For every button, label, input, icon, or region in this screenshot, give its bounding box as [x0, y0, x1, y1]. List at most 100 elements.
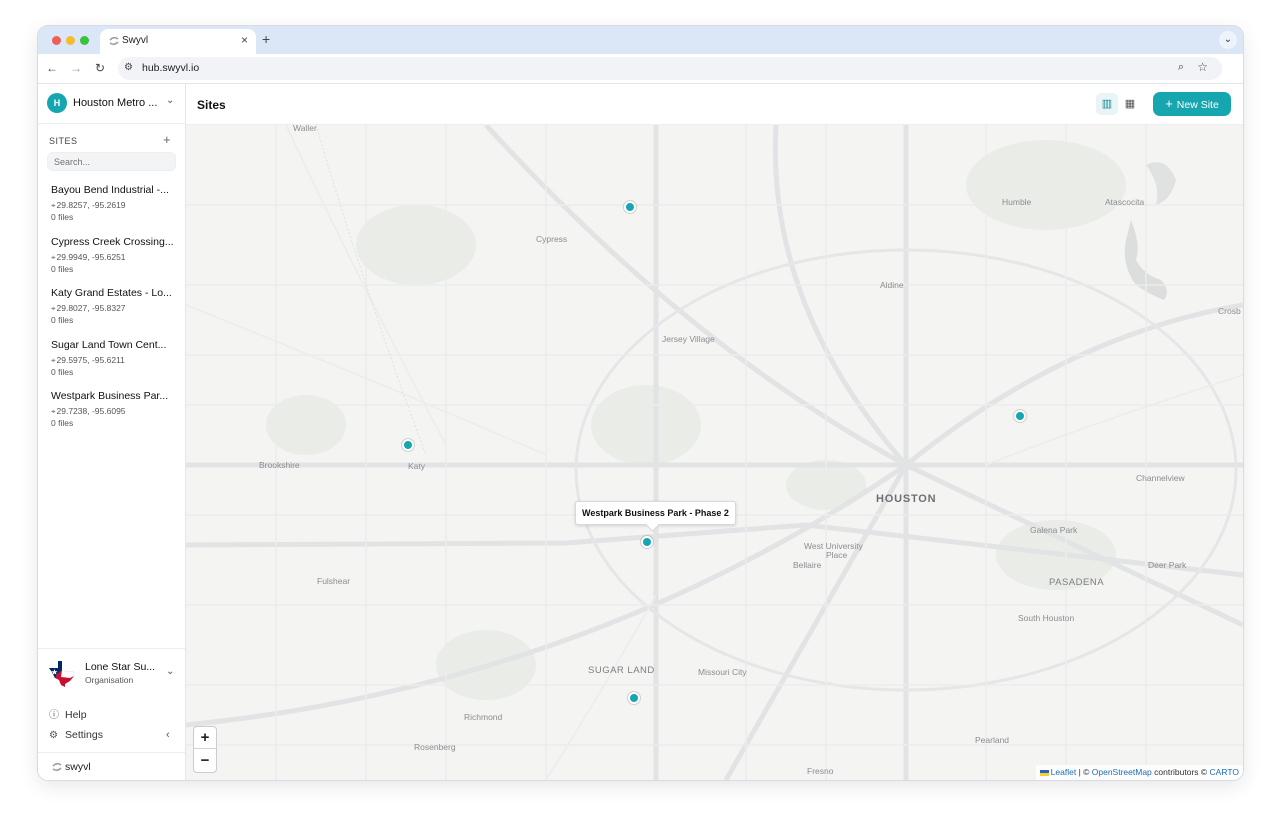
minimize-window-button[interactable]	[66, 36, 75, 45]
grid-view-icon[interactable]: ▦	[1119, 93, 1141, 115]
organisation-name: Lone Star Su...	[85, 661, 156, 673]
map-view-icon[interactable]: ▥	[1096, 93, 1118, 115]
place-label: Aldine	[880, 280, 904, 290]
site-list-item[interactable]: Sugar Land Town Cent... ⌖29.5975, -95.62…	[38, 335, 185, 387]
app: H Houston Metro ... ⌄ SITES + Bayou Bend…	[38, 84, 1243, 780]
zoom-icon[interactable]: ⌕	[1178, 61, 1184, 74]
carto-link[interactable]: CARTO	[1210, 767, 1239, 777]
site-name: Cypress Creek Crossing...	[51, 235, 174, 248]
attribution-contributors: contributors ©	[1151, 767, 1210, 777]
site-coords-text: 29.5975, -95.6211	[56, 354, 125, 365]
place-label: Jersey Village	[662, 334, 715, 344]
site-name: Katy Grand Estates - Lo...	[51, 287, 172, 299]
site-marker[interactable]	[641, 536, 653, 548]
site-coords-text: 29.7238, -95.6095	[56, 406, 126, 416]
place-label: Place	[826, 550, 848, 560]
plus-icon: +	[1165, 96, 1173, 111]
site-list-item[interactable]: Katy Grand Estates - Lo... ⌖29.8027, -95…	[38, 283, 185, 335]
chevron-down-icon: ⌄	[166, 95, 175, 106]
osm-link[interactable]: OpenStreetMap	[1092, 767, 1152, 777]
site-coords: ⌖29.9949, -95.6251	[51, 252, 126, 263]
browser-window: Swyvl × + ⌄ ← → ↻ ⚙ hub.swyvl.io ⌕ ☆ H H…	[38, 26, 1243, 780]
site-files: 0 files	[51, 212, 74, 222]
map-view[interactable]: Waller Cypress Humble Atascocita Aldine …	[186, 125, 1243, 780]
ukraine-flag-icon	[1039, 769, 1049, 776]
sidebar: H Houston Metro ... ⌄ SITES + Bayou Bend…	[38, 84, 186, 780]
settings-label: Settings	[65, 729, 103, 741]
texas-flag-logo	[49, 661, 74, 687]
place-label: South Houston	[1018, 613, 1075, 623]
place-label: Pearland	[975, 735, 1010, 745]
view-toggle: ▥ ▦	[1096, 93, 1142, 115]
site-list: Bayou Bend Industrial -... ⌖ 29.8257, -95…	[38, 180, 185, 438]
address-bar: ← → ↻ ⚙ hub.swyvl.io ⌕ ☆	[38, 54, 1243, 84]
reload-icon[interactable]: ↻	[92, 61, 108, 75]
place-label: Rosenberg	[414, 742, 456, 752]
map-pin-icon: ⌖	[51, 252, 56, 262]
sites-header: SITES	[49, 136, 78, 146]
site-list-item[interactable]: Westpark Business Par... ⌖29.7238, -95.6…	[38, 386, 185, 438]
collapse-sidebar-icon[interactable]: ‹	[166, 729, 170, 741]
new-tab-icon[interactable]: +	[262, 31, 270, 47]
back-arrow-icon[interactable]: ←	[44, 61, 60, 75]
site-coords-text: 29.9949, -95.6251	[56, 251, 126, 262]
tab-strip: Swyvl × + ⌄	[38, 26, 1243, 54]
bookmark-star-icon[interactable]: ☆	[1197, 60, 1208, 74]
zoom-in-button[interactable]: +	[194, 727, 216, 749]
map-basemap	[186, 125, 1243, 780]
site-settings-icon[interactable]: ⚙	[124, 62, 133, 73]
site-files: 0 files	[51, 418, 74, 428]
forward-arrow-icon[interactable]: →	[68, 61, 84, 75]
tab-close-icon[interactable]: ×	[241, 33, 248, 47]
settings-link[interactable]: ⚙ Settings	[49, 729, 103, 741]
site-list-item[interactable]: Cypress Creek Crossing... ⌖29.9949, -95.…	[38, 232, 185, 284]
place-label: Channelview	[1136, 473, 1185, 483]
map-pin-icon: ⌖	[51, 304, 56, 313]
site-coords-text: 29.8027, -95.8327	[56, 303, 126, 313]
place-label: Brookshire	[259, 460, 300, 470]
place-label: Galena Park	[1030, 525, 1078, 535]
attribution-separator: | ©	[1076, 767, 1092, 777]
add-site-icon[interactable]: +	[163, 132, 171, 147]
place-label: Cypress	[536, 234, 568, 244]
place-label: Fulshear	[317, 576, 351, 586]
site-marker[interactable]	[624, 201, 636, 213]
help-link[interactable]: ⓘ Help	[49, 706, 87, 721]
brand-name: swyvl	[65, 761, 91, 773]
place-label: Bellaire	[793, 560, 822, 570]
map-pin-icon: ⌖	[51, 355, 56, 365]
browser-tab[interactable]: Swyvl ×	[100, 29, 256, 54]
close-window-button[interactable]	[52, 36, 61, 45]
site-marker[interactable]	[628, 692, 640, 704]
workspace-switcher[interactable]: H Houston Metro ... ⌄	[38, 84, 185, 124]
zoom-out-button[interactable]: −	[194, 750, 216, 772]
workspace-avatar: H	[47, 93, 67, 113]
search-input[interactable]	[47, 152, 176, 171]
site-coords-text: 29.8257, -95.2619	[56, 200, 126, 210]
leaflet-link[interactable]: Leaflet	[1051, 767, 1077, 777]
main-header: Sites ▥ ▦ + New Site	[186, 84, 1243, 125]
zoom-control: + −	[193, 726, 217, 773]
help-label: Help	[65, 709, 87, 721]
marker-tooltip: Westpark Business Park - Phase 2	[575, 501, 736, 525]
help-circle-icon: ⓘ	[49, 710, 59, 721]
new-site-label: New Site	[1176, 99, 1219, 111]
place-label: Deer Park	[1148, 560, 1187, 570]
place-label: HOUSTON	[876, 493, 937, 505]
map-attribution: Leaflet | © OpenStreetMap contributors ©…	[1035, 765, 1243, 780]
place-label: Katy	[408, 461, 426, 471]
tab-search-chevron-icon[interactable]: ⌄	[1219, 31, 1237, 49]
place-label: Richmond	[464, 712, 503, 722]
tab-title: Swyvl	[122, 35, 149, 46]
site-coords: ⌖29.7238, -95.6095	[51, 406, 126, 417]
map-pin-icon: ⌖	[51, 407, 56, 416]
maximize-window-button[interactable]	[80, 36, 89, 45]
site-marker[interactable]	[1014, 410, 1026, 422]
site-list-item[interactable]: Bayou Bend Industrial -... ⌖29.8257, -95…	[38, 180, 185, 232]
site-coords: ⌖29.5975, -95.6211	[51, 355, 125, 366]
organisation-switcher[interactable]: Lone Star Su... Organisation ⌄	[38, 648, 185, 696]
site-name: Bayou Bend Industrial -...	[51, 184, 169, 196]
new-site-button[interactable]: + New Site	[1153, 92, 1231, 116]
site-marker[interactable]	[402, 439, 414, 451]
url-field[interactable]: ⚙ hub.swyvl.io ⌕ ☆	[118, 57, 1222, 80]
